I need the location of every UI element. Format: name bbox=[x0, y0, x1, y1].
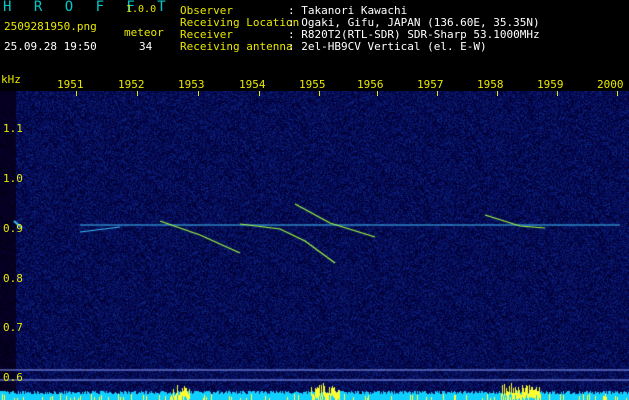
meteor-count: 34 bbox=[139, 40, 153, 53]
x-tick bbox=[497, 91, 498, 96]
meteor-label: meteor bbox=[124, 26, 164, 39]
info-label-antenna: Receiving antenna bbox=[180, 40, 293, 53]
x-tick-label: 2000 bbox=[597, 78, 624, 91]
x-tick bbox=[437, 91, 438, 96]
y-tick-label: 0.6 bbox=[3, 371, 23, 384]
x-tick bbox=[137, 91, 138, 96]
capture-datetime: 25.09.28 19:50 bbox=[4, 40, 97, 53]
x-tick-label: 1951 bbox=[57, 78, 84, 91]
header-panel: H R O F F T 1.0.0 2509281950.png meteor … bbox=[0, 0, 629, 73]
y-tick-label: 0.8 bbox=[3, 272, 23, 285]
x-tick-label: 1953 bbox=[178, 78, 205, 91]
x-tick-label: 1955 bbox=[299, 78, 326, 91]
x-tick bbox=[319, 91, 320, 96]
y-tick-label: 1.0 bbox=[3, 172, 23, 185]
x-tick bbox=[377, 91, 378, 96]
x-tick bbox=[557, 91, 558, 96]
info-value-antenna: : 2el-HB9CV Vertical (el. E-W) bbox=[288, 40, 487, 53]
y-axis-unit: kHz bbox=[1, 73, 21, 86]
x-tick bbox=[617, 91, 618, 96]
x-tick bbox=[259, 91, 260, 96]
x-tick bbox=[198, 91, 199, 96]
x-tick bbox=[76, 91, 77, 96]
x-tick-label: 1952 bbox=[118, 78, 145, 91]
x-tick-label: 1956 bbox=[357, 78, 384, 91]
x-tick-label: 1958 bbox=[477, 78, 504, 91]
y-tick-label: 0.9 bbox=[3, 222, 23, 235]
x-tick-label: 1957 bbox=[417, 78, 444, 91]
x-tick-label: 1954 bbox=[239, 78, 266, 91]
x-tick-label: 1959 bbox=[537, 78, 564, 91]
y-tick-label: 1.1 bbox=[3, 122, 23, 135]
file-name: 2509281950.png bbox=[4, 20, 97, 33]
spectrogram-overlay bbox=[0, 91, 629, 400]
app-version: 1.0.0 bbox=[126, 4, 157, 15]
y-tick-label: 0.7 bbox=[3, 321, 23, 334]
